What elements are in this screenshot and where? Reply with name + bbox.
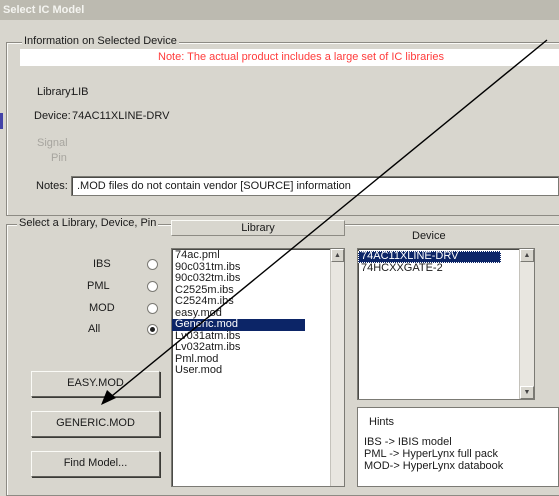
filter-pml-radio[interactable] xyxy=(147,281,158,292)
library-value: LIB xyxy=(72,86,89,98)
device-listbox[interactable]: 74AC11XLINE-DRV 74HCXXGATE-2 ▲ ▼ xyxy=(357,248,535,400)
filter-all-label: All xyxy=(88,323,101,335)
library-item-90c032tm[interactable]: 90c032tm.ibs xyxy=(172,272,344,285)
device-list-items: 74AC11XLINE-DRV 74HCXXGATE-2 xyxy=(358,249,534,274)
device-scroll-up-icon[interactable]: ▲ xyxy=(520,249,534,262)
library-scroll-up-icon[interactable]: ▲ xyxy=(331,249,344,262)
device-value: 74AC11XLINE-DRV xyxy=(72,110,170,122)
library-listbox[interactable]: 74ac.pml 90c031tm.ibs 90c032tm.ibs C2525… xyxy=(171,248,345,487)
device-scroll-down-icon[interactable]: ▼ xyxy=(520,386,534,399)
filter-pml-label: PML xyxy=(87,280,110,292)
filter-all-radio[interactable] xyxy=(147,324,158,335)
filter-ibs-radio[interactable] xyxy=(147,259,158,270)
library-item-c2524m[interactable]: C2524m.ibs xyxy=(172,295,344,308)
notes-label: Notes: xyxy=(36,180,68,192)
select-group-legend: Select a Library, Device, Pin xyxy=(17,217,159,230)
library-column-header[interactable]: Library xyxy=(171,220,345,236)
note-banner: Note: The actual product includes a larg… xyxy=(20,49,559,66)
easy-mod-button[interactable]: EASY.MOD xyxy=(31,371,160,397)
library-item-user-mod[interactable]: User.mod xyxy=(172,364,344,377)
signal-label: Signal xyxy=(37,137,68,149)
library-label: Library: xyxy=(37,86,74,98)
radio-selected-dot xyxy=(150,327,155,332)
library-scrollbar[interactable]: ▲ xyxy=(330,249,344,486)
library-list-items: 74ac.pml 90c031tm.ibs 90c032tm.ibs C2525… xyxy=(172,249,344,377)
library-item-lv032atm[interactable]: Lv032atm.ibs xyxy=(172,341,344,354)
notes-field[interactable]: .MOD files do not contain vendor [SOURCE… xyxy=(71,176,559,196)
device-item-74ac11xline-drv[interactable]: 74AC11XLINE-DRV xyxy=(358,250,501,263)
note-text: Note: The actual product includes a larg… xyxy=(158,51,444,63)
pin-label: Pin xyxy=(51,152,67,164)
hints-legend: Hints xyxy=(369,416,395,428)
generic-mod-button[interactable]: GENERIC.MOD xyxy=(31,411,160,437)
library-item-generic-mod[interactable]: Generic.mod xyxy=(172,318,305,331)
filter-mod-radio[interactable] xyxy=(147,303,158,314)
library-item-74ac-pml[interactable]: 74ac.pml xyxy=(172,249,344,262)
filter-ibs-label: IBS xyxy=(93,258,111,270)
info-group-legend: Information on Selected Device xyxy=(22,35,179,48)
filter-mod-label: MOD xyxy=(89,302,115,314)
device-item-74hcxxgate-2[interactable]: 74HCXXGATE-2 xyxy=(358,262,534,275)
device-column-header: Device xyxy=(412,230,446,242)
window-title: Select IC Model xyxy=(3,4,85,16)
hints-panel: Hints IBS -> IBIS model PML -> HyperLynx… xyxy=(357,407,559,487)
side-marker xyxy=(0,113,3,129)
device-label: Device: xyxy=(34,110,71,122)
window-title-bar[interactable]: Select IC Model xyxy=(0,0,559,20)
find-model-button[interactable]: Find Model... xyxy=(31,451,160,477)
device-scrollbar[interactable]: ▲ ▼ xyxy=(519,249,534,399)
hint-line-mod: MOD-> HyperLynx databook xyxy=(364,460,504,472)
